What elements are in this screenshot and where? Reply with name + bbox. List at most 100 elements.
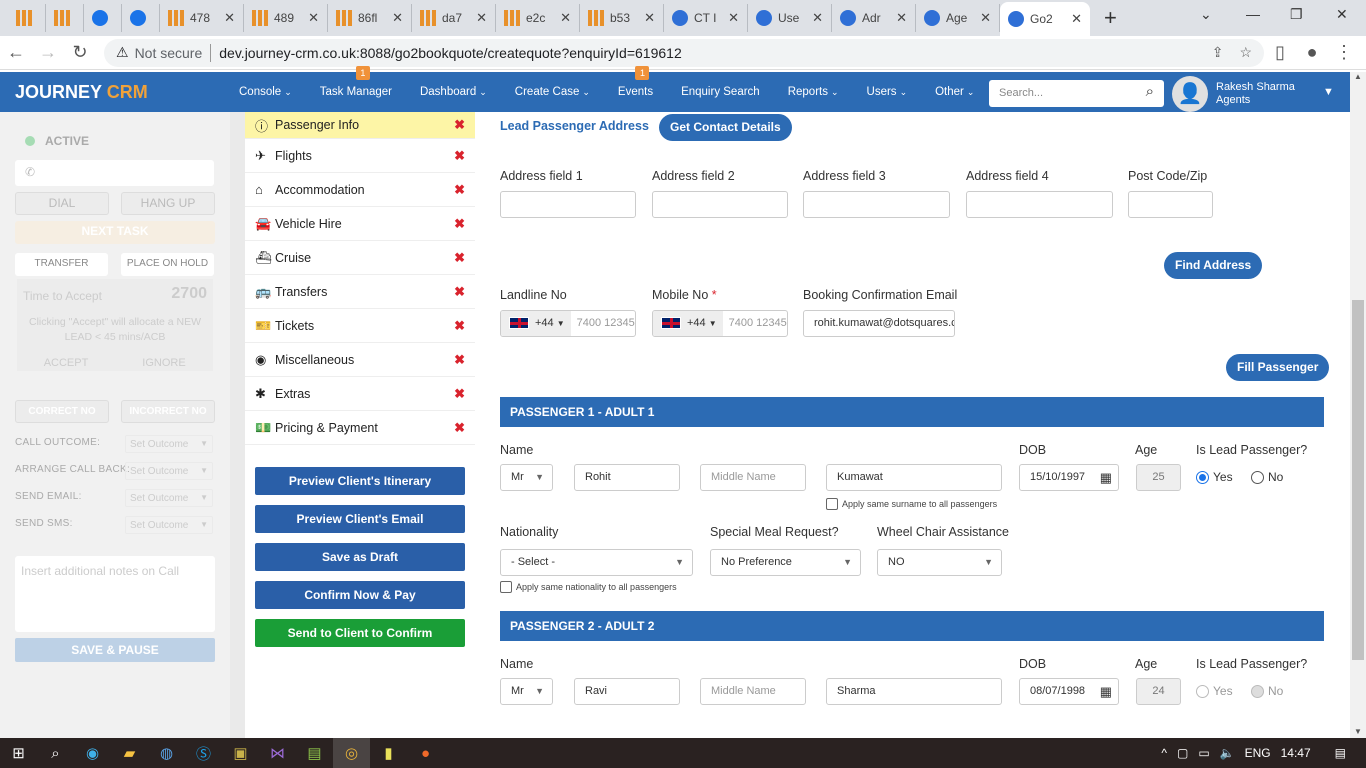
middle-name-input[interactable]: Middle Name xyxy=(700,464,806,491)
browser-tab[interactable]: CT I ✕ xyxy=(664,4,748,32)
salutation-select[interactable]: Mr ▼ xyxy=(500,678,553,705)
nav-other[interactable]: Other ⌄ xyxy=(935,86,974,98)
incorrect-no-button[interactable]: INCORRECT NO xyxy=(121,400,215,423)
close-tab-icon[interactable]: ✕ xyxy=(224,10,235,26)
checkbox[interactable] xyxy=(826,498,838,510)
same-surname-checkbox[interactable]: Apply same surname to all passengers xyxy=(826,498,997,510)
close-tab-icon[interactable]: ✕ xyxy=(308,10,319,26)
sidebar-item-cruise[interactable]: ⛴ Cruise ✖ xyxy=(245,241,475,275)
save-draft-button[interactable]: Save as Draft xyxy=(255,543,465,571)
logo[interactable]: JOURNEY CRM xyxy=(15,82,239,103)
browser-tab[interactable]: 478 ✕ xyxy=(160,4,244,32)
sidebar-item-accommodation[interactable]: ⌂ Accommodation ✖ xyxy=(245,173,475,207)
close-tab-icon[interactable]: ✕ xyxy=(812,10,823,26)
outcome-select[interactable]: Set Outcome ▼ xyxy=(125,462,213,480)
side-panel-icon[interactable]: ▯ xyxy=(1264,42,1296,63)
nav-enquiry-search[interactable]: Enquiry Search xyxy=(681,86,760,98)
send-to-client-button[interactable]: Send to Client to Confirm xyxy=(255,619,465,647)
new-tab-button[interactable]: + xyxy=(1104,5,1117,31)
edge-icon[interactable]: ◉ xyxy=(74,738,111,768)
network-icon[interactable]: ▭ xyxy=(1198,746,1209,760)
maximize-button[interactable]: ❐ xyxy=(1290,6,1303,23)
transfer-button[interactable]: TRANSFER xyxy=(15,253,108,276)
nav-reports[interactable]: Reports ⌄ xyxy=(788,86,839,98)
nav-task-manager[interactable]: Task Manager 1 xyxy=(320,66,392,98)
browser-tab[interactable]: 489 ✕ xyxy=(244,4,328,32)
phone-input[interactable]: ✆ xyxy=(15,160,214,186)
outlook-icon[interactable]: ◍ xyxy=(148,738,185,768)
close-tab-icon[interactable]: ✕ xyxy=(896,10,907,26)
lead-yes-radio[interactable]: Yes xyxy=(1196,684,1233,698)
sidebar-item-vehicle-hire[interactable]: 🚘 Vehicle Hire ✖ xyxy=(245,207,475,241)
meet-now-icon[interactable]: ▢ xyxy=(1177,746,1188,760)
nav-create-case[interactable]: Create Case ⌄ xyxy=(515,86,590,98)
tray-chevron-icon[interactable]: ^ xyxy=(1161,746,1167,760)
nav-label[interactable]: Events xyxy=(618,86,653,98)
browser-tab[interactable]: Adr ✕ xyxy=(832,4,916,32)
preview-itinerary-button[interactable]: Preview Client's Itinerary xyxy=(255,467,465,495)
file-explorer-icon[interactable]: ▰ xyxy=(111,738,148,768)
nav-dashboard[interactable]: Dashboard ⌄ xyxy=(420,86,487,98)
salutation-select[interactable]: Mr ▼ xyxy=(500,464,553,491)
lead-no-radio[interactable]: No xyxy=(1251,470,1283,484)
sidebar-item-extras[interactable]: ✱ Extras ✖ xyxy=(245,377,475,411)
notifications-icon[interactable]: ▤ xyxy=(1335,746,1346,760)
address-3-input[interactable] xyxy=(803,191,950,218)
accept-button[interactable]: ACCEPT xyxy=(23,357,109,369)
nav-label[interactable]: Console xyxy=(239,86,281,98)
close-window-button[interactable]: ✕ xyxy=(1336,6,1348,23)
browser-tab[interactable]: Age ✕ xyxy=(916,4,1000,32)
dob-input[interactable]: 15/10/1997 ▦ xyxy=(1019,464,1119,491)
language-indicator[interactable]: ENG xyxy=(1245,746,1271,760)
sidebar-item-tickets[interactable]: 🎫 Tickets ✖ xyxy=(245,309,475,343)
nav-label[interactable]: Create Case xyxy=(515,86,580,98)
firefox-icon[interactable]: ● xyxy=(407,738,444,768)
browser-tab[interactable]: Use ✕ xyxy=(748,4,832,32)
outcome-select[interactable]: Set Outcome ▼ xyxy=(125,435,213,453)
browser-tab[interactable]: b53 ✕ xyxy=(580,4,664,32)
first-name-input[interactable]: Rohit xyxy=(574,464,680,491)
url-text[interactable]: dev.journey-crm.co.uk:8088/go2bookquote/… xyxy=(219,45,681,61)
last-name-input[interactable]: Kumawat xyxy=(826,464,1002,491)
dial-button[interactable]: DIAL xyxy=(15,192,109,215)
share-icon[interactable]: ⇪ xyxy=(1212,44,1224,61)
place-on-hold-button[interactable]: PLACE ON HOLD xyxy=(121,253,214,276)
browser-tab[interactable] xyxy=(122,4,160,32)
nav-label[interactable]: Dashboard xyxy=(420,86,476,98)
call-notes-textarea[interactable]: Insert additional notes on Call xyxy=(15,556,215,632)
close-tab-icon[interactable]: ✕ xyxy=(560,10,571,26)
address-1-input[interactable] xyxy=(500,191,636,218)
lead-no-radio[interactable]: No xyxy=(1251,684,1283,698)
nav-label[interactable]: Reports xyxy=(788,86,828,98)
reload-icon[interactable]: ↻ xyxy=(64,42,96,63)
nav-label[interactable]: Task Manager xyxy=(320,86,392,98)
page-scrollbar[interactable]: ▲ ▼ xyxy=(1350,72,1366,738)
email-input[interactable]: rohit.kumawat@dotsquares.com xyxy=(803,310,955,337)
sidebar-item-miscellaneous[interactable]: ◉ Miscellaneous ✖ xyxy=(245,343,475,377)
browser-menu-icon[interactable]: ⋮ xyxy=(1328,42,1360,63)
next-task-button[interactable]: NEXT TASK xyxy=(15,221,215,244)
close-tab-icon[interactable]: ✕ xyxy=(1071,11,1082,27)
clock[interactable]: 14:47 xyxy=(1281,746,1311,760)
save-pause-button[interactable]: SAVE & PAUSE xyxy=(15,638,215,662)
warning-icon[interactable]: ⚠ xyxy=(116,44,129,61)
address-bar[interactable]: ⚠ Not secure dev.journey-crm.co.uk:8088/… xyxy=(104,38,1264,67)
outcome-select[interactable]: Set Outcome ▼ xyxy=(125,516,213,534)
get-contact-details-button[interactable]: Get Contact Details xyxy=(659,114,792,141)
caret-down-icon[interactable]: ▼ xyxy=(1323,86,1334,98)
browser-tab[interactable]: da7 ✕ xyxy=(412,4,496,32)
browser-tab[interactable] xyxy=(8,4,46,32)
dob-input[interactable]: 08/07/1998 ▦ xyxy=(1019,678,1119,705)
app-icon[interactable]: ▣ xyxy=(222,738,259,768)
address-2-input[interactable] xyxy=(652,191,788,218)
calendar-icon[interactable]: ▦ xyxy=(1100,679,1112,704)
wheelchair-select[interactable]: NO ▼ xyxy=(877,549,1002,576)
skype-icon[interactable]: Ⓢ xyxy=(185,738,222,768)
bookmark-star-icon[interactable]: ☆ xyxy=(1239,44,1252,61)
postcode-input[interactable] xyxy=(1128,191,1213,218)
sidebar-item-flights[interactable]: ✈ Flights ✖ xyxy=(245,139,475,173)
landline-input[interactable]: +44 ▼ 7400 123456 xyxy=(500,310,636,337)
profile-icon[interactable]: ● xyxy=(1296,42,1328,63)
nav-label[interactable]: Other xyxy=(935,86,964,98)
same-nationality-checkbox[interactable]: Apply same nationality to all passengers xyxy=(500,581,677,593)
